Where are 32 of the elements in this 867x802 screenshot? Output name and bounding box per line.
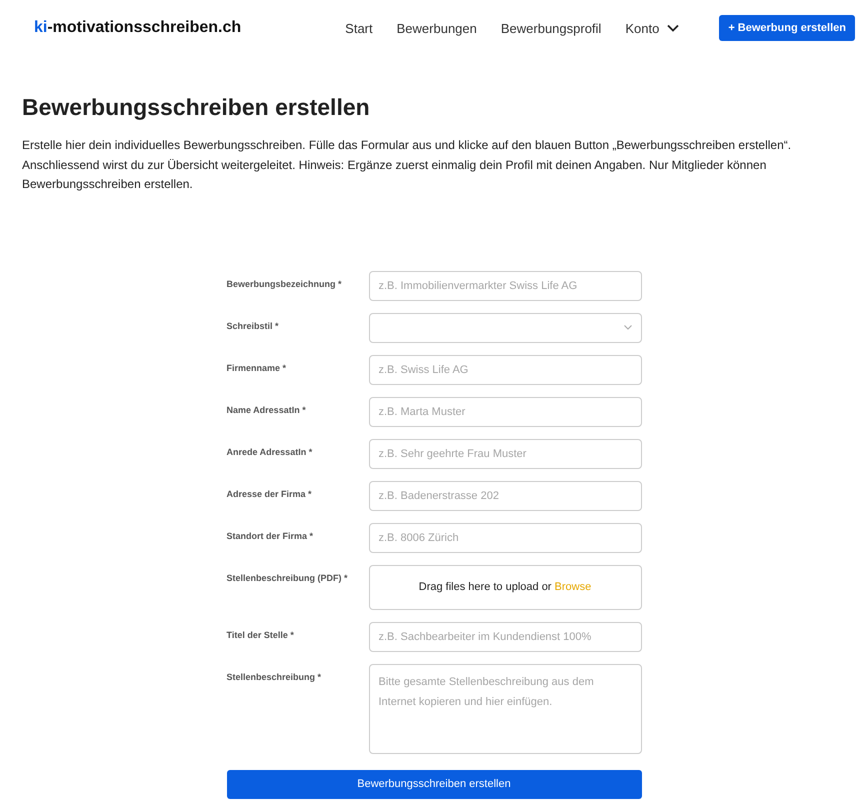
field-label: Name AdressatIn * xyxy=(226,404,307,416)
input-field[interactable]: z.B. Marta Muster xyxy=(368,396,642,426)
intro-paragraph: Erstelle hier dein individuelles Bewerbungsschreiben. Fülle das Formular aus und klicke auf den blauen Button „Bewerbungsschreiben erstellen“. Anschliessend wirst du zur Übersicht weitergeleitet. Hinweis: Ergänze zuerst einmalig dein Profil mit deinen Angaben. Nur Mitglieder können Bewerbungsschreiben erstellen. xyxy=(22,137,792,193)
input-field[interactable]: z.B. Sehr geehrte Frau Muster xyxy=(368,438,642,468)
input-field[interactable]: z.B. Badenerstrasse 202 xyxy=(368,480,642,510)
textarea-field[interactable]: Bitte gesamte Stellenbeschreibung aus dem Internet kopieren und hier einfügen. xyxy=(368,664,642,754)
nav-link[interactable]: Start xyxy=(345,20,373,36)
input-field[interactable]: z.B. 8006 Zürich xyxy=(368,522,642,552)
chevron-down-icon xyxy=(667,24,680,32)
field-label: Anrede AdressatIn * xyxy=(226,446,314,458)
select-field[interactable] xyxy=(368,312,642,342)
chevron-down-icon xyxy=(624,325,632,330)
nav-link[interactable]: Bewerbungsprofil xyxy=(500,20,602,36)
page-title: Bewerbungsschreiben erstellen xyxy=(22,93,371,121)
submit-button[interactable]: Bewerbungsschreiben erstellen xyxy=(226,770,642,798)
input-field[interactable]: z.B. Sachbearbeiter im Kundendienst 100% xyxy=(368,622,642,652)
create-application-button[interactable]: + Bewerbung erstellen xyxy=(719,15,855,41)
nav-link[interactable]: Bewerbungen xyxy=(396,20,477,36)
upload-hint: Drag files here to upload or xyxy=(418,581,552,593)
input-field[interactable]: z.B. Swiss Life AG xyxy=(368,354,642,384)
field-label: Bewerbungsbezeichnung * xyxy=(226,278,343,291)
field-label: Standort der Firma * xyxy=(226,530,314,542)
field-label: Firmenname * xyxy=(226,362,288,374)
field-label: Titel der Stelle * xyxy=(226,628,295,642)
field-label: Stellenbeschreibung * xyxy=(226,670,322,684)
file-drop-zone[interactable]: Drag files here to upload or Browse xyxy=(368,564,642,610)
input-field[interactable]: z.B. Immobilienvermarkter Swiss Life AG xyxy=(368,270,642,300)
nav-dropdown[interactable]: Konto xyxy=(625,20,680,36)
field-label: Schreibstil * xyxy=(226,320,280,332)
field-label: Adresse der Firma * xyxy=(226,488,313,500)
field-label: Stellenbeschreibung (PDF) * xyxy=(226,572,349,585)
site-logo[interactable]: ki-motivationsschreiben.ch xyxy=(34,19,242,37)
